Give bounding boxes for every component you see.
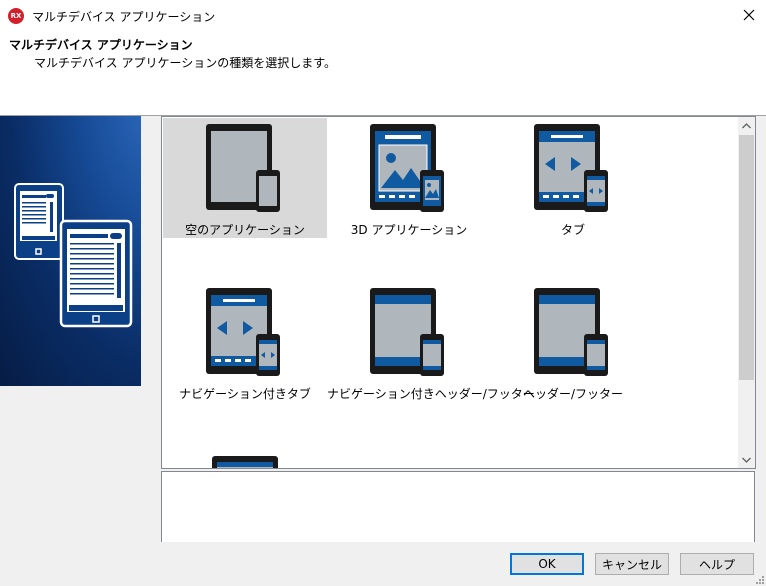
gallery-scrollbar[interactable]	[738, 117, 755, 468]
gallery-item-partial[interactable]	[163, 446, 327, 468]
close-icon	[743, 9, 755, 21]
header-footer-navigation-app-icon	[370, 288, 444, 376]
window-title: マルチデバイス アプリケーション	[32, 10, 216, 24]
scroll-up-button[interactable]	[738, 117, 755, 134]
resize-grip-icon[interactable]	[754, 574, 764, 584]
page-description: マルチデバイス アプリケーションの種類を選択します。	[34, 56, 337, 70]
chevron-up-icon	[742, 122, 751, 128]
gallery-item-header-footer-navigation[interactable]: ナビゲーション付きヘッダー/フッター	[327, 282, 535, 402]
gallery-item-tab-navigation[interactable]: ナビゲーション付きタブ	[163, 282, 327, 402]
scroll-thumb[interactable]	[739, 135, 754, 380]
gallery-item-label: タブ	[560, 223, 585, 237]
gallery-item-header-footer[interactable]: ヘッダー/フッター	[491, 282, 655, 402]
tab-app-icon	[534, 124, 608, 212]
gallery-item-label: ナビゲーション付きタブ	[179, 387, 311, 401]
tab-navigation-app-icon	[206, 288, 280, 376]
gallery-item-label: ヘッダー/フッター	[522, 387, 624, 401]
description-panel	[161, 471, 755, 542]
wizard-banner-image	[0, 116, 141, 386]
gallery-item-blank-app[interactable]: 空のアプリケーション	[163, 118, 327, 238]
header-footer-app-icon	[534, 288, 608, 376]
gallery-item-label: 3D アプリケーション	[350, 223, 468, 237]
wizard-header: マルチデバイス アプリケーション マルチデバイス アプリケーションの種類を選択し…	[0, 31, 766, 115]
blank-app-icon	[206, 124, 280, 212]
gallery-item-label: 空のアプリケーション	[185, 223, 305, 237]
scroll-down-button[interactable]	[738, 451, 755, 468]
cancel-button[interactable]: キャンセル	[595, 553, 669, 575]
gallery-item-tab[interactable]: タブ	[491, 118, 655, 238]
3d-app-icon	[370, 124, 444, 212]
help-button[interactable]: ヘルプ	[680, 553, 754, 575]
gallery-item-label: ナビゲーション付きヘッダー/フッター	[327, 387, 535, 401]
close-button[interactable]	[734, 2, 764, 28]
gallery-item-3d-app[interactable]: 3D アプリケーション	[327, 118, 491, 238]
multi-device-icon	[14, 183, 133, 328]
chevron-down-icon	[742, 457, 751, 463]
partial-item-icon	[212, 456, 278, 468]
ok-button[interactable]: OK	[510, 553, 584, 575]
template-gallery: 空のアプリケーション 3D アプリケーション タブ ナビゲーション付きタブ ナビ…	[161, 116, 756, 469]
app-logo-icon: RX	[8, 8, 24, 24]
title-bar: RX マルチデバイス アプリケーション	[0, 0, 766, 31]
page-title: マルチデバイス アプリケーション	[9, 38, 193, 52]
